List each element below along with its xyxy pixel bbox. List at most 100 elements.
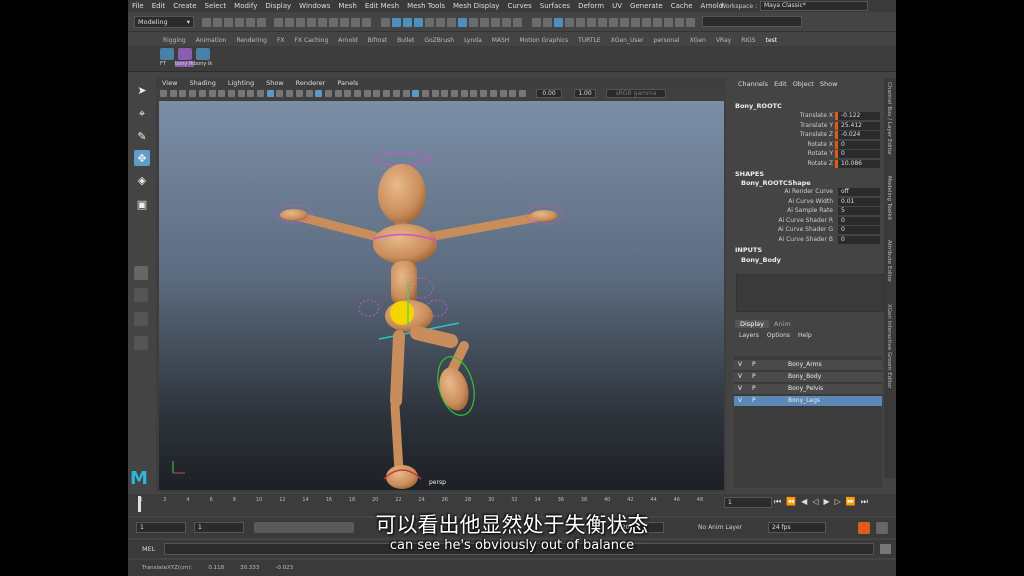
status-tool-icon[interactable]	[587, 18, 596, 27]
right-arm[interactable]	[429, 212, 544, 241]
menu-deform[interactable]: Deform	[574, 2, 608, 10]
channel-row-translate-z[interactable]: Translate Z -0.024	[731, 131, 881, 140]
left-thigh[interactable]	[390, 330, 405, 407]
status-tool-icon[interactable]	[576, 18, 585, 27]
shelf-tab-rigs[interactable]: RIGS	[736, 37, 760, 44]
lasso-tool-icon[interactable]: ⌖	[134, 106, 150, 122]
channel-box-menu-edit[interactable]: Edit	[771, 80, 790, 88]
channel-value[interactable]: off	[838, 188, 880, 196]
layer-playback-toggle[interactable]: P	[752, 397, 756, 404]
menu-windows[interactable]: Windows	[295, 2, 334, 10]
channel-row-ai-curve-shader-g[interactable]: Ai Curve Shader G 0	[731, 226, 881, 235]
status-tool-icon[interactable]	[631, 18, 640, 27]
status-tool-icon[interactable]	[318, 18, 327, 27]
status-tool-icon[interactable]	[362, 18, 371, 27]
panel-tool-icon[interactable]	[208, 90, 216, 97]
step-forward-key-icon[interactable]: ⏩	[846, 497, 856, 507]
channel-value[interactable]: 0	[838, 150, 880, 159]
panel-tool-icon[interactable]	[509, 90, 517, 97]
menu-display[interactable]: Display	[261, 2, 295, 10]
panel-tool-icon[interactable]	[198, 90, 206, 97]
go-to-start-icon[interactable]: ⏮	[774, 497, 781, 507]
status-tool-icon[interactable]	[447, 18, 456, 27]
channel-value[interactable]: -0.024	[838, 131, 880, 140]
channel-row-translate-x[interactable]: Translate X -0.122	[731, 112, 881, 121]
panel-tool-icon[interactable]	[480, 90, 488, 97]
status-tool-icon[interactable]	[202, 18, 211, 27]
menu-mesh-tools[interactable]: Mesh Tools	[403, 2, 449, 10]
input-name[interactable]: Bony_Body	[741, 256, 781, 264]
channel-row-ai-sample-rate[interactable]: Ai Sample Rate 5	[731, 207, 881, 216]
layer-playback-toggle[interactable]: P	[752, 361, 756, 368]
panel-tool-icon[interactable]	[227, 90, 235, 97]
panel-tool-icon[interactable]	[324, 90, 332, 97]
panel-menu-view[interactable]: View	[156, 79, 183, 87]
rotate-tool-icon[interactable]: ◈	[134, 172, 150, 188]
left-foot[interactable]	[386, 465, 418, 489]
3d-viewport[interactable]: persp	[159, 101, 724, 490]
head-control-curve[interactable]	[373, 152, 431, 166]
menu-generate[interactable]: Generate	[626, 2, 667, 10]
panel-tool-icon[interactable]	[354, 90, 361, 97]
status-tool-icon[interactable]	[653, 18, 662, 27]
status-tool-icon[interactable]	[307, 18, 316, 27]
status-tool-icon[interactable]	[598, 18, 607, 27]
colorspace-dropdown[interactable]: sRGB gamma	[606, 89, 666, 98]
channel-box-menu-object[interactable]: Object	[790, 80, 817, 88]
menu-surfaces[interactable]: Surfaces	[536, 2, 574, 10]
panel-tool-icon[interactable]	[305, 90, 313, 97]
status-tool-icon[interactable]	[224, 18, 233, 27]
script-editor-icon[interactable]	[880, 544, 891, 554]
panel-tool-icon[interactable]	[460, 90, 468, 97]
panel-tool-icon[interactable]	[276, 90, 284, 97]
play-back-icon[interactable]: ◁	[812, 497, 818, 507]
four-view-layout-icon[interactable]	[134, 288, 148, 302]
panel-tool-icon[interactable]	[441, 90, 449, 97]
layer-row-bony-body[interactable]: V P Bony_Body	[734, 372, 882, 383]
panel-tool-icon[interactable]	[363, 90, 371, 97]
status-tool-icon[interactable]	[351, 18, 360, 27]
layer-row-bony-pelvis[interactable]: V P Bony_Pelvis	[734, 384, 882, 395]
menu-uv[interactable]: UV	[608, 2, 626, 10]
left-shin[interactable]	[390, 401, 404, 476]
side-tab-modeling-toolkit[interactable]: Modeling Toolkit	[886, 176, 892, 220]
shelf-tab-arnold[interactable]: Arnold	[333, 37, 362, 44]
status-tool-icon[interactable]	[296, 18, 305, 27]
layer-visibility-toggle[interactable]: V	[738, 361, 742, 368]
status-tool-icon[interactable]	[480, 18, 489, 27]
menu-edit[interactable]: Edit	[148, 2, 170, 10]
panel-tool-icon[interactable]	[266, 90, 274, 97]
menu-mesh-display[interactable]: Mesh Display	[449, 2, 503, 10]
channel-value[interactable]: 0.01	[838, 197, 880, 206]
paint-select-tool-icon[interactable]: ✎	[134, 128, 150, 144]
status-tool-icon[interactable]	[340, 18, 349, 27]
channel-value[interactable]: -0.122	[838, 112, 880, 120]
channel-value[interactable]: 0	[838, 226, 880, 235]
range-slider-bar[interactable]	[254, 522, 354, 533]
channel-value[interactable]: 5	[838, 207, 880, 216]
layer-visibility-toggle[interactable]: V	[738, 373, 742, 380]
move-tool-icon[interactable]: ✥	[134, 150, 150, 166]
status-tool-icon[interactable]	[686, 18, 695, 27]
status-tool-icon[interactable]	[246, 18, 255, 27]
status-tool-icon[interactable]	[554, 18, 563, 27]
layer-playback-toggle[interactable]: P	[752, 373, 756, 380]
shelf-button-ft[interactable]	[160, 48, 174, 60]
preferences-icon[interactable]	[876, 522, 888, 534]
go-to-end-icon[interactable]: ⏭	[861, 497, 868, 507]
panel-tool-icon[interactable]	[383, 90, 391, 97]
side-tab-attribute-editor[interactable]: Attribute Editor	[886, 240, 892, 282]
shelf-button-bony-ik[interactable]	[196, 48, 210, 60]
status-tool-icon[interactable]	[609, 18, 618, 27]
status-tool-icon[interactable]	[414, 18, 423, 27]
scale-tool-icon[interactable]: ▣	[134, 196, 150, 212]
layer-visibility-toggle[interactable]: V	[738, 397, 742, 404]
status-tool-icon[interactable]	[425, 18, 434, 27]
menu-edit-mesh[interactable]: Edit Mesh	[361, 2, 403, 10]
status-tool-icon[interactable]	[513, 18, 522, 27]
status-tool-icon[interactable]	[213, 18, 222, 27]
side-by-side-layout-icon[interactable]	[134, 312, 148, 326]
layer-name[interactable]: Bony_Pelvis	[788, 385, 823, 392]
status-tool-icon[interactable]	[491, 18, 500, 27]
panel-tool-icon[interactable]	[218, 90, 226, 97]
